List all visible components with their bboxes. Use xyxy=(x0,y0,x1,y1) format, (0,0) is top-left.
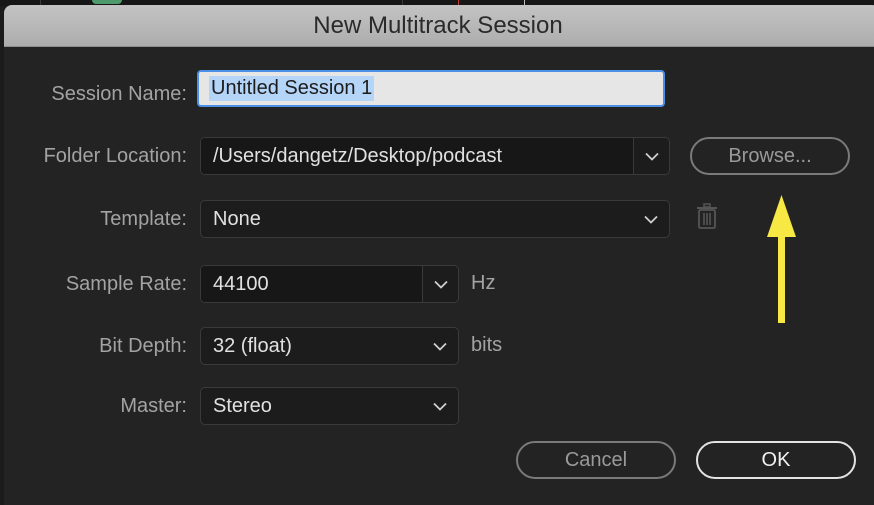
chevron-down-icon xyxy=(633,201,669,237)
template-value: None xyxy=(213,207,261,230)
dialog-title: New Multitrack Session xyxy=(313,11,563,39)
master-label-text: Master: xyxy=(120,394,187,417)
master-dropdown[interactable]: Stereo xyxy=(200,387,459,425)
ok-button-label: OK xyxy=(761,448,791,471)
template-label: Template: xyxy=(0,201,187,237)
sample-rate-combobox[interactable]: 44100 xyxy=(200,265,459,303)
session-name-label: Session Name: xyxy=(0,76,187,112)
sample-rate-unit: Hz xyxy=(471,272,496,294)
bit-depth-value: 32 (float) xyxy=(213,334,292,357)
trash-icon[interactable] xyxy=(696,203,718,229)
browse-button-label: Browse... xyxy=(728,144,812,167)
chevron-down-icon xyxy=(422,388,458,424)
template-dropdown[interactable]: None xyxy=(200,200,670,238)
sample-rate-label: Sample Rate: xyxy=(0,266,187,302)
session-name-label-text: Session Name: xyxy=(51,82,187,105)
folder-location-value[interactable]: /Users/dangetz/Desktop/podcast xyxy=(201,138,633,174)
bit-depth-unit: bits xyxy=(471,334,503,356)
dialog-titlebar[interactable]: New Multitrack Session xyxy=(4,5,874,47)
chevron-down-icon[interactable] xyxy=(422,266,458,302)
cancel-button-label: Cancel xyxy=(564,448,628,471)
folder-location-label: Folder Location: xyxy=(0,138,187,174)
folder-location-combobox[interactable]: /Users/dangetz/Desktop/podcast xyxy=(200,137,670,175)
template-label-text: Template: xyxy=(100,207,187,230)
chevron-down-icon[interactable] xyxy=(633,138,669,174)
cancel-button[interactable]: Cancel xyxy=(516,441,676,479)
ok-button[interactable]: OK xyxy=(696,441,856,479)
chevron-down-icon xyxy=(422,328,458,364)
bit-depth-label: Bit Depth: xyxy=(0,328,187,364)
sample-rate-value[interactable]: 44100 xyxy=(201,266,422,302)
bit-depth-dropdown[interactable]: 32 (float) xyxy=(200,327,459,365)
session-name-input[interactable]: Untitled Session 1 xyxy=(197,70,665,107)
arrow-up-icon xyxy=(767,195,796,323)
master-label: Master: xyxy=(0,388,187,424)
background-indicator xyxy=(92,0,122,4)
folder-location-label-text: Folder Location: xyxy=(43,144,187,167)
master-value: Stereo xyxy=(213,394,272,417)
sample-rate-label-text: Sample Rate: xyxy=(65,272,187,295)
browse-button[interactable]: Browse... xyxy=(690,137,850,175)
session-name-value: Untitled Session 1 xyxy=(209,76,375,101)
bit-depth-label-text: Bit Depth: xyxy=(99,334,187,357)
